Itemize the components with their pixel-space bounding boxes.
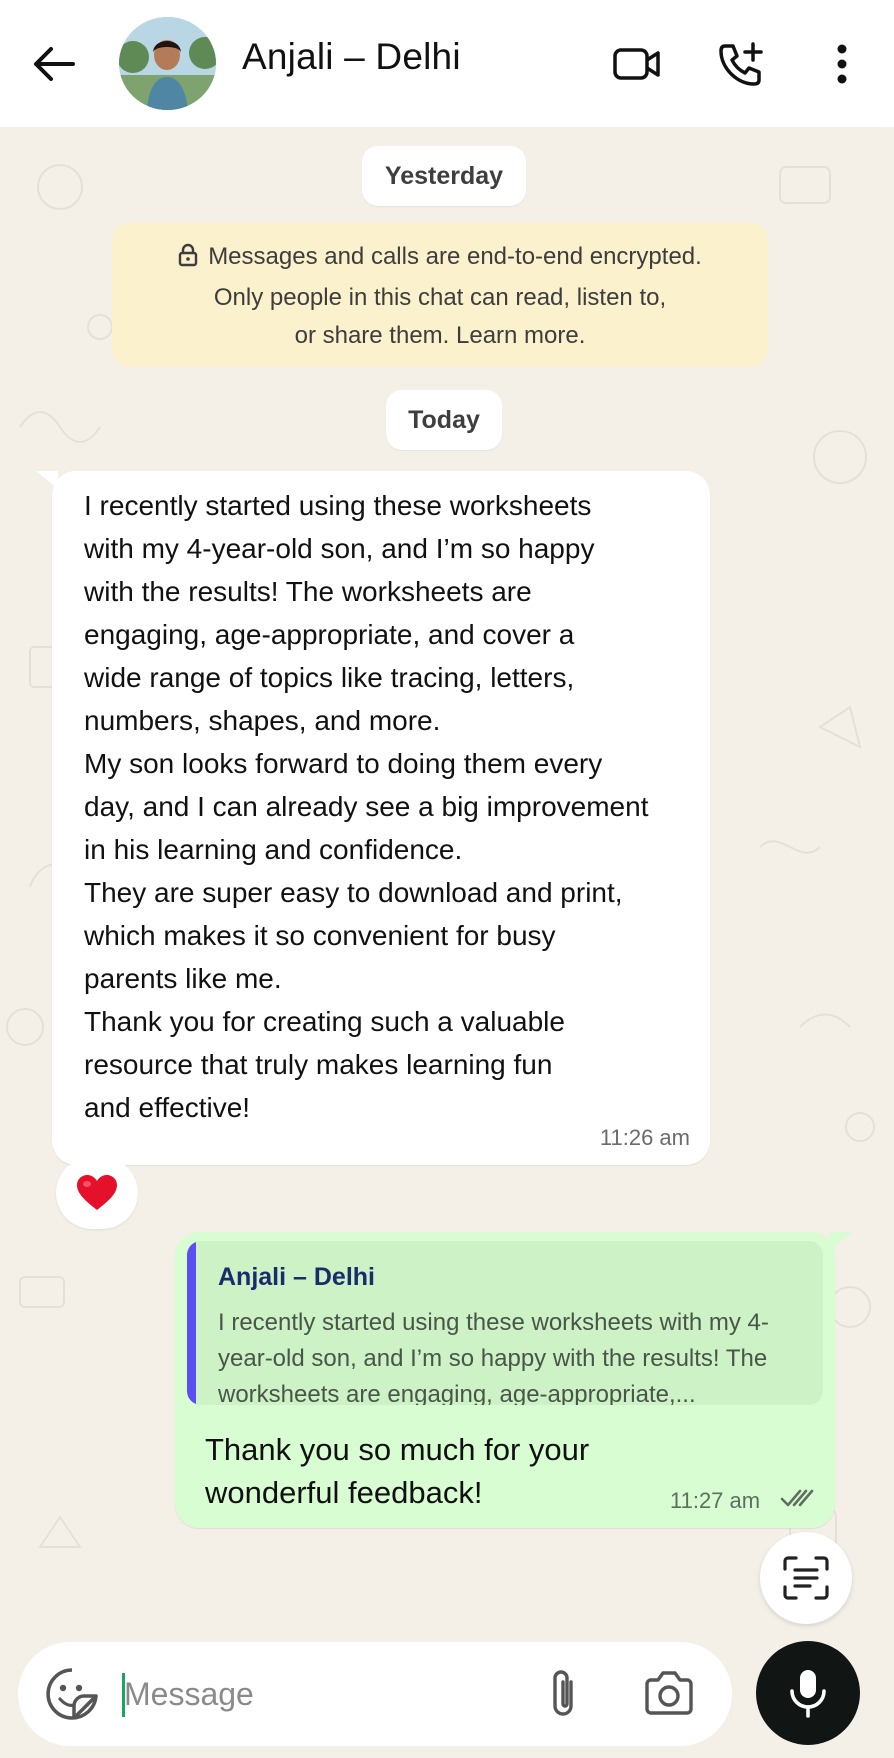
outgoing-message-time: 11:27 am bbox=[670, 1488, 761, 1513]
back-arrow-icon[interactable] bbox=[28, 38, 80, 90]
chat-header: Anjali – Delhi bbox=[0, 0, 894, 127]
quoted-message[interactable]: Anjali – Delhi I recently started using … bbox=[187, 1241, 823, 1405]
incoming-message-text: I recently started using these worksheet… bbox=[84, 490, 649, 1123]
encryption-line-1: Messages and calls are end-to-end encryp… bbox=[112, 238, 768, 279]
contact-avatar[interactable] bbox=[119, 17, 216, 110]
contact-name[interactable]: Anjali – Delhi bbox=[242, 36, 461, 78]
message-composer bbox=[18, 1642, 732, 1746]
emoji-sticker-icon[interactable] bbox=[44, 1666, 100, 1722]
heart-reaction[interactable] bbox=[56, 1157, 138, 1229]
outgoing-message-text: Thank you so much for your wonderful fee… bbox=[205, 1432, 590, 1510]
scan-text-button[interactable] bbox=[760, 1532, 852, 1624]
encryption-notice[interactable]: Messages and calls are end-to-end encryp… bbox=[112, 222, 768, 367]
video-call-icon[interactable] bbox=[609, 36, 665, 92]
incoming-message-time: 11:26 am bbox=[599, 1125, 690, 1150]
voice-message-button[interactable] bbox=[756, 1641, 860, 1745]
encryption-line-3: or share them. Learn more. bbox=[294, 322, 586, 349]
quoted-sender-name: Anjali – Delhi bbox=[218, 1263, 375, 1291]
encryption-text-1: Messages and calls are end-to-end encryp… bbox=[208, 243, 702, 270]
message-input[interactable] bbox=[124, 1664, 454, 1724]
quoted-message-text: I recently started using these worksheet… bbox=[218, 1309, 769, 1405]
outgoing-message-bubble[interactable]: Anjali – Delhi I recently started using … bbox=[175, 1232, 852, 1528]
scan-text-icon bbox=[783, 1556, 829, 1600]
double-tick-icon bbox=[780, 1487, 816, 1514]
attach-icon[interactable] bbox=[538, 1666, 588, 1722]
incoming-message-bubble[interactable]: I recently started using these worksheet… bbox=[36, 471, 710, 1165]
quote-accent-bar bbox=[187, 1241, 196, 1405]
bubble-tail bbox=[830, 1232, 852, 1250]
add-call-icon[interactable] bbox=[713, 36, 769, 92]
date-pill-today: Today bbox=[386, 390, 502, 450]
more-options-icon[interactable] bbox=[814, 36, 870, 92]
lock-icon bbox=[178, 241, 198, 279]
camera-icon[interactable] bbox=[642, 1668, 696, 1722]
encryption-line-2: Only people in this chat can read, liste… bbox=[213, 284, 667, 311]
bubble-tail bbox=[36, 471, 58, 489]
heart-icon bbox=[77, 1175, 117, 1210]
microphone-icon bbox=[790, 1670, 826, 1718]
date-pill-yesterday: Yesterday bbox=[362, 146, 526, 206]
